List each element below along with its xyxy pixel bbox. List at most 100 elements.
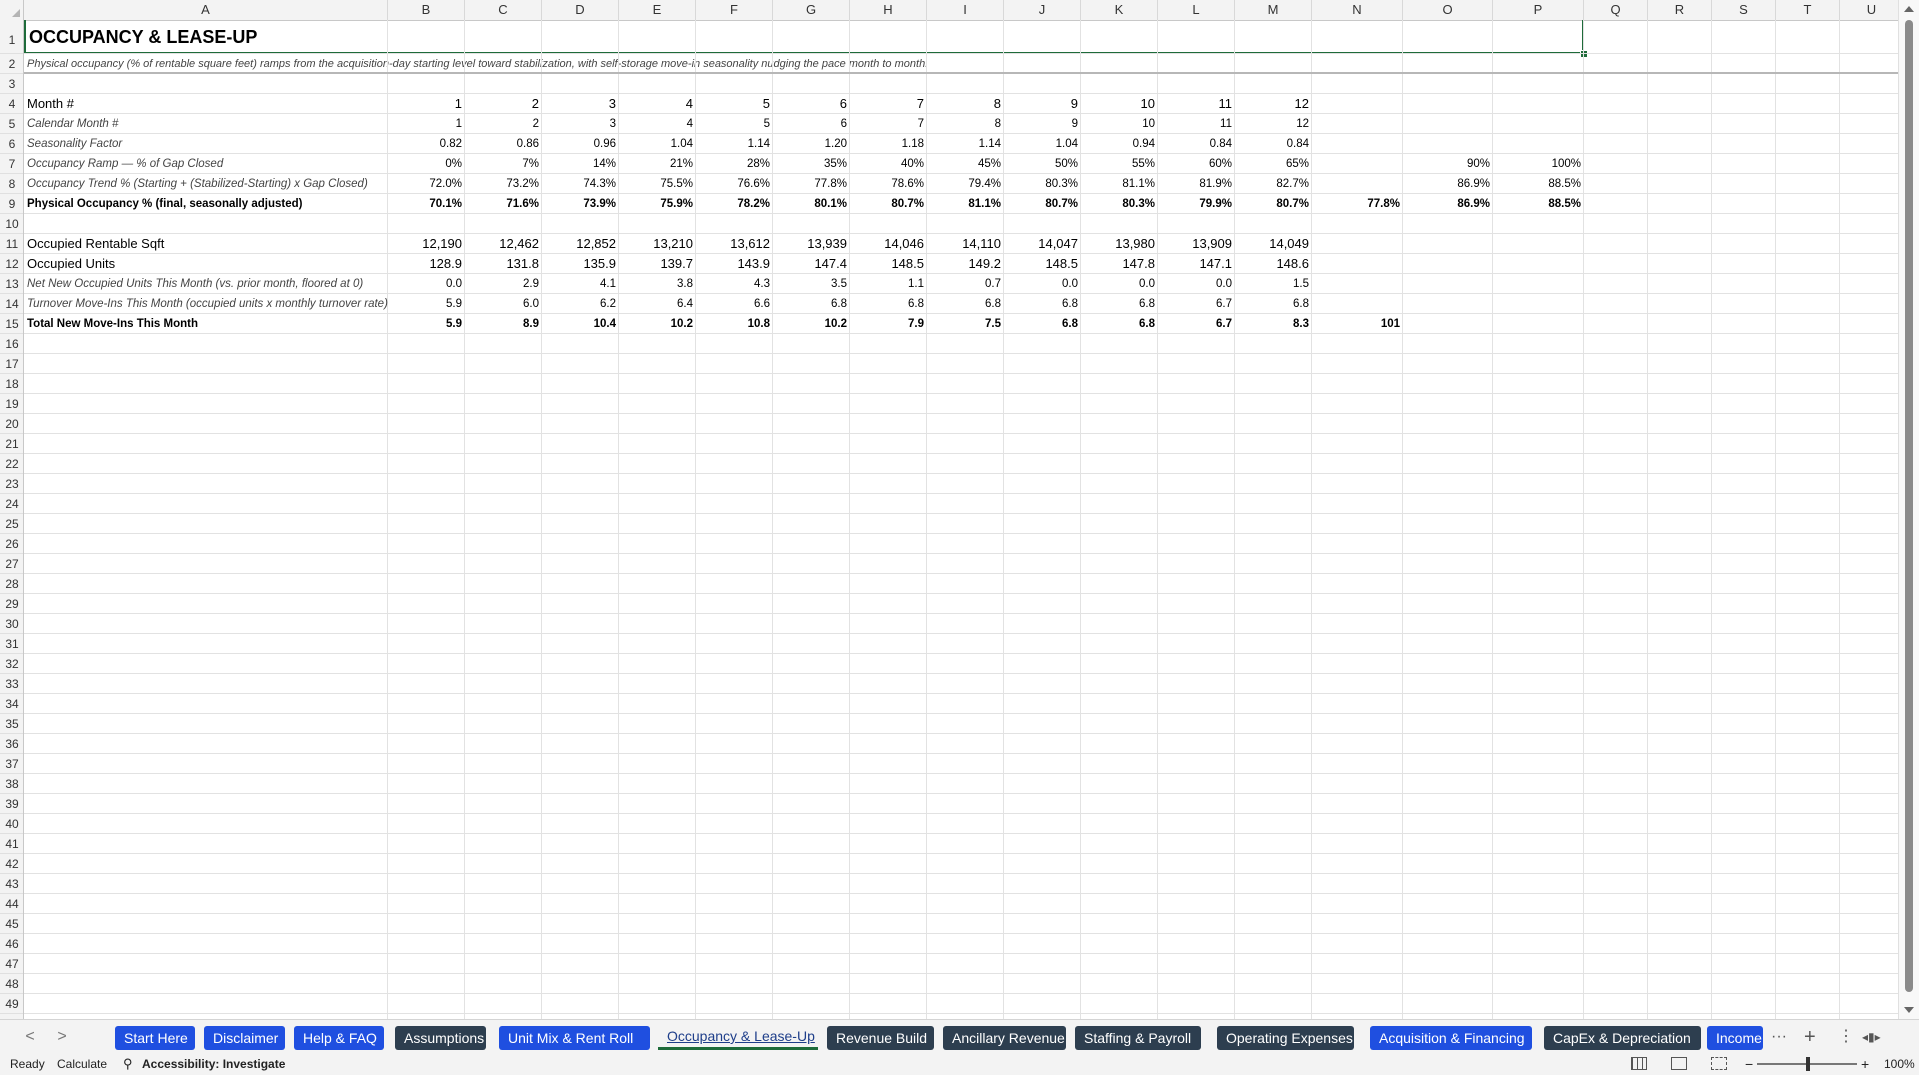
data-cell[interactable]: 13,909 (1158, 234, 1235, 254)
row-header-1[interactable]: 1 (0, 20, 23, 54)
column-header-p[interactable]: P (1493, 0, 1584, 20)
row-header-29[interactable]: 29 (0, 594, 23, 614)
calculate-button[interactable]: Calculate (57, 1053, 107, 1075)
row-header-21[interactable]: 21 (0, 434, 23, 454)
data-cell[interactable]: 139.7 (619, 254, 696, 274)
data-cell[interactable]: 135.9 (542, 254, 619, 274)
data-cell[interactable]: 10.8 (696, 314, 773, 334)
column-header-r[interactable]: R (1648, 0, 1712, 20)
row-header-42[interactable]: 42 (0, 854, 23, 874)
data-cell[interactable]: 6.4 (619, 294, 696, 314)
data-cell[interactable]: 1.04 (1004, 134, 1081, 154)
column-header-a[interactable]: A (24, 0, 388, 20)
data-cell-n[interactable]: 77.8% (1312, 194, 1403, 214)
data-cell[interactable]: 82.7% (1235, 174, 1312, 194)
data-cell[interactable]: 14,049 (1235, 234, 1312, 254)
row-header-24[interactable]: 24 (0, 494, 23, 514)
data-cell-o[interactable]: 90% (1403, 154, 1493, 174)
data-cell[interactable]: 14% (542, 154, 619, 174)
data-cell[interactable]: 4 (619, 114, 696, 134)
data-cell[interactable]: 11 (1158, 94, 1235, 114)
data-cell[interactable]: 1.18 (850, 134, 927, 154)
data-cell[interactable]: 0.96 (542, 134, 619, 154)
data-cell[interactable]: 3.5 (773, 274, 850, 294)
data-cell[interactable]: 6.2 (542, 294, 619, 314)
data-cell[interactable]: 2 (465, 114, 542, 134)
data-cell[interactable]: 79.4% (927, 174, 1004, 194)
data-cell-p[interactable]: 88.5% (1493, 194, 1584, 214)
row-header-38[interactable]: 38 (0, 774, 23, 794)
data-cell[interactable]: 80.1% (773, 194, 850, 214)
data-cell[interactable]: 6.8 (773, 294, 850, 314)
row-header-9[interactable]: 9 (0, 194, 23, 214)
data-cell[interactable]: 6.6 (696, 294, 773, 314)
data-cell[interactable]: 80.7% (850, 194, 927, 214)
data-cell[interactable]: 12,190 (388, 234, 465, 254)
row-label[interactable]: Occupied Rentable Sqft (24, 234, 388, 254)
data-cell[interactable]: 3 (542, 94, 619, 114)
page-break-view-icon[interactable] (1711, 1057, 1727, 1070)
data-cell[interactable]: 73.2% (465, 174, 542, 194)
data-cell[interactable]: 147.8 (1081, 254, 1158, 274)
row-header-34[interactable]: 34 (0, 694, 23, 714)
data-cell[interactable]: 143.9 (696, 254, 773, 274)
row-label[interactable]: Occupancy Ramp — % of Gap Closed (24, 154, 388, 174)
data-cell[interactable]: 0% (388, 154, 465, 174)
data-cell[interactable]: 6.8 (1081, 314, 1158, 334)
data-cell[interactable]: 147.4 (773, 254, 850, 274)
data-cell[interactable]: 5 (696, 114, 773, 134)
data-cell-o[interactable]: 86.9% (1403, 194, 1493, 214)
row-header-10[interactable]: 10 (0, 214, 23, 234)
row-header-36[interactable]: 36 (0, 734, 23, 754)
data-cell[interactable]: 1 (388, 94, 465, 114)
zoom-out-button[interactable]: − (1745, 1053, 1753, 1075)
row-header-35[interactable]: 35 (0, 714, 23, 734)
row-header-15[interactable]: 15 (0, 314, 23, 334)
data-cell[interactable]: 80.7% (1235, 194, 1312, 214)
data-cell[interactable]: 4.3 (696, 274, 773, 294)
column-header-s[interactable]: S (1712, 0, 1776, 20)
data-cell[interactable]: 128.9 (388, 254, 465, 274)
data-cell-o[interactable]: 86.9% (1403, 174, 1493, 194)
data-cell[interactable]: 55% (1081, 154, 1158, 174)
sheet-tab-occupancy-lease-up[interactable]: Occupancy & Lease-Up (658, 1023, 818, 1050)
data-cell[interactable]: 149.2 (927, 254, 1004, 274)
data-cell[interactable]: 40% (850, 154, 927, 174)
row-header-37[interactable]: 37 (0, 754, 23, 774)
data-cell[interactable]: 6 (773, 94, 850, 114)
data-cell[interactable]: 7 (850, 114, 927, 134)
column-header-u[interactable]: U (1840, 0, 1904, 20)
vertical-scrollbar[interactable] (1898, 0, 1919, 1019)
column-header-h[interactable]: H (850, 0, 927, 20)
row-header-13[interactable]: 13 (0, 274, 23, 294)
data-cell[interactable]: 50% (1004, 154, 1081, 174)
data-cell[interactable]: 72.0% (388, 174, 465, 194)
row-header-22[interactable]: 22 (0, 454, 23, 474)
data-cell[interactable]: 14,046 (850, 234, 927, 254)
data-cell[interactable]: 7 (850, 94, 927, 114)
data-cell[interactable]: 78.6% (850, 174, 927, 194)
data-cell[interactable]: 6.8 (1081, 294, 1158, 314)
sheet-tab-help-faq[interactable]: Help & FAQ (294, 1026, 384, 1050)
data-cell[interactable]: 74.3% (542, 174, 619, 194)
zoom-level[interactable]: 100% (1884, 1053, 1915, 1075)
column-header-d[interactable]: D (542, 0, 619, 20)
row-label[interactable]: Seasonality Factor (24, 134, 388, 154)
sheet-tab-ancillary-revenue[interactable]: Ancillary Revenue (943, 1026, 1066, 1050)
data-cell[interactable]: 8.3 (1235, 314, 1312, 334)
data-cell[interactable]: 1.20 (773, 134, 850, 154)
data-cell[interactable]: 6.0 (465, 294, 542, 314)
data-cell[interactable]: 6.8 (1235, 294, 1312, 314)
data-cell[interactable]: 81.1% (927, 194, 1004, 214)
data-cell[interactable]: 9 (1004, 94, 1081, 114)
select-all-corner[interactable] (0, 0, 24, 20)
sheet-tab-unit-mix-rent-roll[interactable]: Unit Mix & Rent Roll (499, 1026, 650, 1050)
row-header-4[interactable]: 4 (0, 94, 23, 114)
data-cell[interactable]: 75.9% (619, 194, 696, 214)
data-cell[interactable]: 0.84 (1158, 134, 1235, 154)
data-cell[interactable]: 6.7 (1158, 294, 1235, 314)
data-cell[interactable]: 1.1 (850, 274, 927, 294)
data-cell[interactable]: 0.84 (1235, 134, 1312, 154)
data-cell[interactable]: 131.8 (465, 254, 542, 274)
data-cell[interactable]: 13,939 (773, 234, 850, 254)
